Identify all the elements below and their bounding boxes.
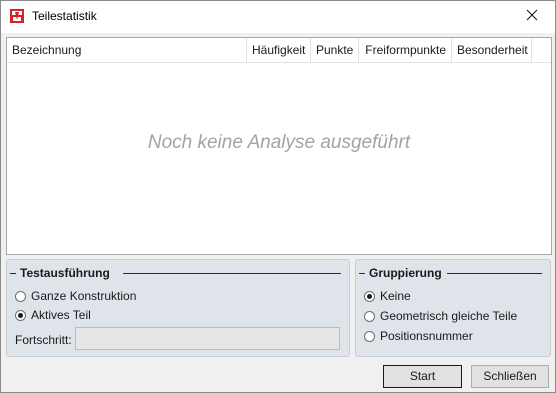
radio-positionsnummer[interactable]: Positionsnummer	[364, 329, 473, 343]
radio-label: Geometrisch gleiche Teile	[380, 309, 518, 323]
testausfuehrung-title: Testausführung	[20, 266, 110, 280]
dialog-window: Teilestatistik Bezeichnung Häufigkeit Pu…	[0, 0, 556, 393]
progress-bar	[75, 327, 340, 350]
radio-indicator[interactable]	[364, 290, 375, 302]
gruppierung-title: Gruppierung	[369, 266, 442, 280]
radio-label: Ganze Konstruktion	[31, 289, 137, 303]
testausfuehrung-group: Testausführung Ganze Konstruktion Aktive…	[6, 259, 350, 357]
close-dialog-button[interactable]: Schließen	[471, 365, 549, 388]
group-divider	[10, 273, 16, 274]
radio-indicator[interactable]	[15, 290, 26, 302]
empty-state-message: Noch keine Analyse ausgeführt	[147, 132, 411, 153]
radio-indicator[interactable]	[15, 309, 26, 321]
group-divider	[359, 273, 365, 274]
radio-label: Aktives Teil	[31, 308, 91, 322]
list-header: Bezeichnung Häufigkeit Punkte Freiformpu…	[7, 38, 551, 63]
title-bar[interactable]: Teilestatistik	[1, 1, 555, 33]
group-divider	[123, 273, 341, 274]
radio-aktives-teil[interactable]: Aktives Teil	[15, 308, 91, 322]
group-divider	[447, 273, 542, 274]
window-title: Teilestatistik	[32, 9, 97, 23]
radio-label: Keine	[380, 289, 411, 303]
start-button[interactable]: Start	[383, 365, 462, 388]
radio-label: Positionsnummer	[380, 329, 473, 343]
app-icon	[10, 9, 24, 23]
radio-geometrisch-gleiche-teile[interactable]: Geometrisch gleiche Teile	[364, 309, 517, 323]
progress-label: Fortschritt:	[15, 333, 72, 347]
close-button[interactable]	[509, 1, 555, 31]
column-header-besonderheit[interactable]: Besonderheit	[452, 38, 532, 62]
radio-indicator[interactable]	[364, 330, 375, 342]
column-header-haeufigkeit[interactable]: Häufigkeit	[247, 38, 311, 62]
radio-indicator[interactable]	[364, 310, 375, 322]
results-list[interactable]: Bezeichnung Häufigkeit Punkte Freiformpu…	[6, 37, 552, 255]
radio-keine[interactable]: Keine	[364, 289, 411, 303]
column-header-punkte[interactable]: Punkte	[311, 38, 359, 62]
close-icon	[526, 9, 538, 24]
column-header-bezeichnung[interactable]: Bezeichnung	[7, 38, 247, 62]
gruppierung-group: Gruppierung Keine Geometrisch gleiche Te…	[355, 259, 551, 357]
column-header-freiformpunkte[interactable]: Freiformpunkte	[359, 38, 452, 62]
radio-ganze-konstruktion[interactable]: Ganze Konstruktion	[15, 289, 136, 303]
